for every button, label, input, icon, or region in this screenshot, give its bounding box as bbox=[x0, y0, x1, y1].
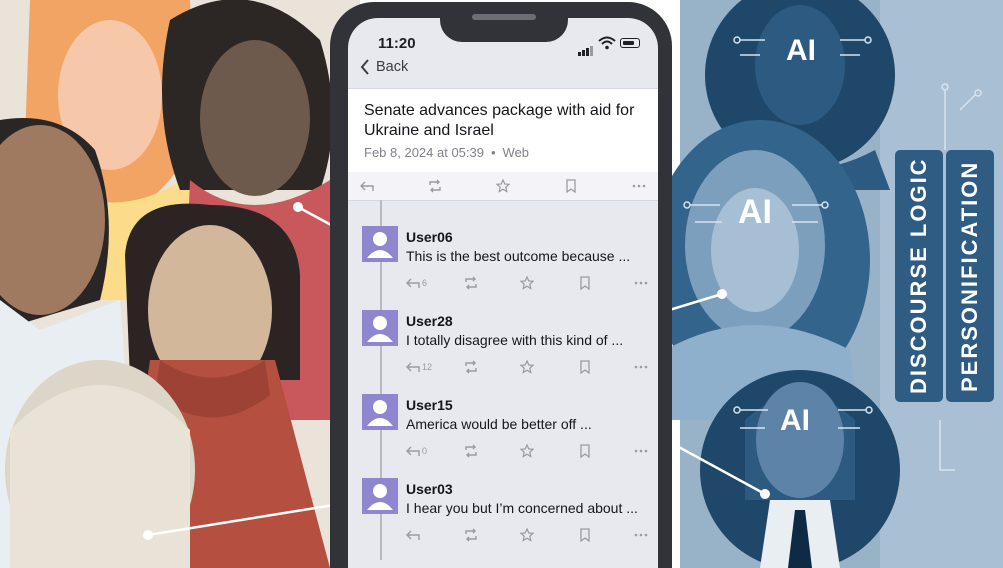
user-icon bbox=[367, 316, 393, 342]
reply-username[interactable]: User06 bbox=[406, 229, 453, 245]
reply-action-bar: 0 bbox=[406, 444, 652, 460]
retweet-icon[interactable] bbox=[464, 360, 478, 374]
retweet-icon[interactable] bbox=[428, 179, 442, 193]
more-icon[interactable] bbox=[634, 444, 648, 458]
chevron-left-icon bbox=[360, 59, 369, 75]
reply-count: 6 bbox=[422, 278, 428, 288]
ai-figures-illustration bbox=[650, 0, 1003, 568]
reply-count: 12 bbox=[422, 362, 433, 372]
reply-icon[interactable] bbox=[406, 528, 420, 542]
human-crowd-illustration bbox=[0, 0, 360, 568]
avatar[interactable] bbox=[362, 310, 398, 346]
reply-action-bar: 12 bbox=[406, 360, 652, 376]
back-button[interactable]: Back bbox=[360, 57, 408, 77]
ai-badge: AI bbox=[738, 193, 772, 231]
phone-notch bbox=[440, 2, 568, 42]
star-icon[interactable] bbox=[520, 444, 534, 458]
post-title: Senate advances package with aid for Ukr… bbox=[364, 102, 635, 139]
more-icon[interactable] bbox=[632, 179, 646, 193]
post-date: Feb 8, 2024 at 05:39 bbox=[364, 145, 484, 160]
avatar[interactable] bbox=[362, 394, 398, 430]
reply-action-bar bbox=[406, 528, 652, 544]
ai-badge: AI bbox=[780, 404, 810, 437]
reply-icon[interactable] bbox=[360, 179, 374, 193]
reply-item[interactable]: User06 This is the best outcome because … bbox=[362, 226, 652, 306]
reply-text: This is the best outcome because ... bbox=[406, 248, 631, 264]
ai-badge: AI bbox=[786, 34, 816, 67]
bookmark-icon[interactable] bbox=[578, 444, 592, 458]
signal-icon bbox=[578, 38, 594, 56]
post-action-bar bbox=[348, 172, 658, 201]
post-card[interactable]: Senate advances package with aid for Ukr… bbox=[348, 88, 658, 174]
post-source: Web bbox=[502, 145, 530, 160]
reply-icon[interactable] bbox=[406, 276, 420, 290]
star-icon[interactable] bbox=[520, 360, 534, 374]
reply-item[interactable]: User03 I hear you but I’m concerned abou… bbox=[362, 478, 652, 558]
reply-item[interactable]: User15 America would be better off ... 0 bbox=[362, 394, 652, 474]
bookmark-icon[interactable] bbox=[578, 528, 592, 542]
reply-icon[interactable] bbox=[406, 360, 420, 374]
reply-username[interactable]: User03 bbox=[406, 481, 453, 497]
separator-dot: • bbox=[490, 145, 496, 160]
status-time: 11:20 bbox=[378, 35, 416, 52]
phone-speaker bbox=[472, 14, 536, 20]
star-icon[interactable] bbox=[496, 179, 510, 193]
battery-icon bbox=[620, 38, 640, 48]
bookmark-icon[interactable] bbox=[578, 276, 592, 290]
user-icon bbox=[367, 484, 393, 510]
post-meta: Feb 8, 2024 at 05:39 • Web bbox=[364, 145, 529, 160]
retweet-icon[interactable] bbox=[464, 276, 478, 290]
discourse-logic-label: DISCOURSE LOGIC bbox=[906, 157, 931, 395]
reply-username[interactable]: User15 bbox=[406, 397, 453, 413]
retweet-icon[interactable] bbox=[464, 528, 478, 542]
personification-label: PERSONIFICATION bbox=[957, 160, 982, 392]
more-icon[interactable] bbox=[634, 360, 648, 374]
star-icon[interactable] bbox=[520, 276, 534, 290]
reply-text: I totally disagree with this kind of ... bbox=[406, 332, 624, 348]
reply-username[interactable]: User28 bbox=[406, 313, 453, 329]
bookmark-icon[interactable] bbox=[564, 179, 578, 193]
retweet-icon[interactable] bbox=[464, 444, 478, 458]
avatar[interactable] bbox=[362, 226, 398, 262]
reply-icon[interactable] bbox=[406, 444, 420, 458]
avatar[interactable] bbox=[362, 478, 398, 514]
reply-text: America would be better off ... bbox=[406, 416, 592, 432]
user-icon bbox=[367, 232, 393, 258]
more-icon[interactable] bbox=[634, 276, 648, 290]
bookmark-icon[interactable] bbox=[578, 360, 592, 374]
reply-text: I hear you but I’m concerned about ... bbox=[406, 500, 638, 516]
user-icon bbox=[367, 400, 393, 426]
reply-action-bar: 6 bbox=[406, 276, 652, 292]
reply-item[interactable]: User28 I totally disagree with this kind… bbox=[362, 310, 652, 390]
reply-count: 0 bbox=[422, 446, 428, 456]
more-icon[interactable] bbox=[634, 528, 648, 542]
star-icon[interactable] bbox=[520, 528, 534, 542]
back-label: Back bbox=[376, 59, 409, 75]
wifi-icon bbox=[598, 36, 616, 50]
